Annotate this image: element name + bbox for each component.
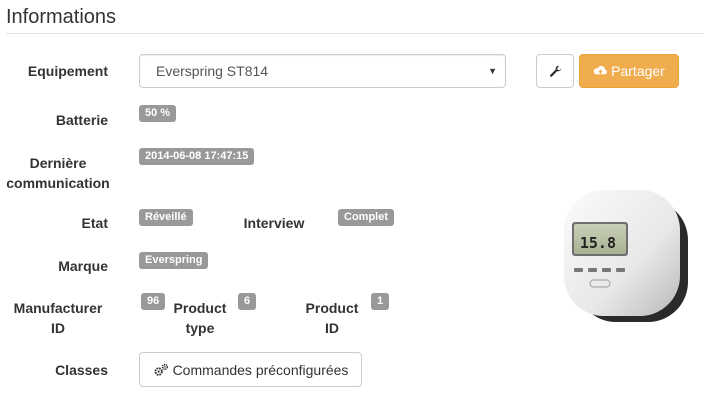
device-reading: 15.8 bbox=[580, 234, 616, 252]
state-badge: Réveillé bbox=[139, 209, 193, 226]
preconfigured-commands-button[interactable]: Commandes préconfigurées bbox=[139, 352, 362, 387]
brand-badge: Everspring bbox=[139, 252, 209, 269]
section-title: Informations bbox=[6, 6, 117, 28]
label-product-id-line1: Product bbox=[305, 300, 359, 316]
label-marque: Marque bbox=[58, 258, 108, 274]
label-product-id-line2: ID bbox=[325, 320, 339, 336]
label-product-type-line1: Product bbox=[173, 300, 227, 316]
label-manufacturer-line2: ID bbox=[51, 320, 65, 336]
section-divider bbox=[6, 33, 704, 34]
label-etat: Etat bbox=[81, 215, 108, 231]
wrench-icon bbox=[549, 65, 561, 77]
cloud-upload-icon bbox=[593, 65, 607, 75]
battery-badge: 50 % bbox=[139, 105, 177, 122]
label-batterie: Batterie bbox=[55, 112, 108, 128]
cogs-icon bbox=[154, 363, 168, 376]
label-classes: Classes bbox=[55, 362, 108, 378]
equipement-select-value: Everspring ST814 bbox=[156, 63, 269, 79]
label-product-type: Product type bbox=[166, 298, 234, 338]
label-derniere-line1: Dernière bbox=[29, 155, 87, 171]
product-type-badge: 6 bbox=[238, 293, 257, 310]
share-button-label: Partager bbox=[611, 63, 665, 79]
interview-badge: Complet bbox=[338, 209, 394, 226]
product-id-badge: 1 bbox=[371, 293, 390, 310]
configure-button[interactable] bbox=[536, 54, 574, 88]
label-interview: Interview bbox=[243, 215, 305, 231]
label-manufacturer-line1: Manufacturer bbox=[13, 300, 103, 316]
manufacturer-id-badge: 96 bbox=[141, 293, 166, 310]
label-product-id: Product ID bbox=[298, 298, 366, 338]
label-derniere-communication: Dernière communication bbox=[2, 153, 114, 193]
preconfigured-commands-label: Commandes préconfigurées bbox=[172, 361, 349, 378]
label-derniere-line2: communication bbox=[6, 175, 110, 191]
device-image: 15.8 bbox=[564, 190, 688, 322]
label-equipement: Equipement bbox=[27, 63, 108, 79]
label-manufacturer-id: Manufacturer ID bbox=[4, 298, 112, 338]
caret-down-icon: ▼ bbox=[488, 66, 497, 76]
equipement-select[interactable]: Everspring ST814 ▼ bbox=[139, 54, 506, 88]
label-product-type-line2: type bbox=[185, 320, 215, 336]
last-communication-badge: 2014-06-08 17:47:15 bbox=[139, 148, 255, 165]
share-button[interactable]: Partager bbox=[579, 54, 679, 88]
